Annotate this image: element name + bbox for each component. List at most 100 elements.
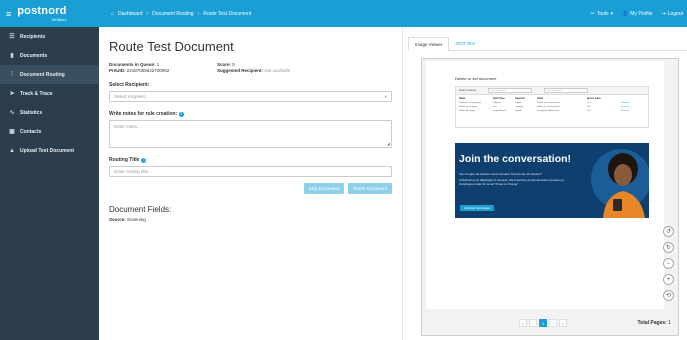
main-panel: Route Test Document Documents in Queue: … — [99, 27, 402, 340]
doc-cell: equals — [515, 102, 522, 104]
doc-cell: Yes — [587, 110, 591, 112]
source-label: Source: — [109, 217, 126, 222]
next-page-icon[interactable]: › — [549, 319, 557, 327]
viewer-tabs: Image Viewer OCR Text — [408, 37, 687, 51]
info-icon[interactable]: i — [141, 157, 147, 163]
action-buttons: Skip Document Route Document — [109, 183, 392, 194]
doc-cell: Delete this page — [459, 110, 475, 112]
doc-rules-bar: Rules in library Search by name Search b… — [456, 87, 648, 95]
routing-title-label-text: Routing Title — [109, 157, 140, 163]
sidebar-item-label: Document Routing — [20, 71, 65, 78]
tools-icon: ✂ — [590, 10, 595, 17]
sidebar-item-label: Recipients — [20, 33, 46, 40]
total-pages-label: Total Pages: — [637, 320, 667, 326]
skip-document-button[interactable]: Skip Document — [303, 183, 345, 194]
sidebar-item-label: Contacts — [20, 128, 42, 135]
breadcrumb-document-routing[interactable]: Document Routing — [152, 11, 193, 17]
recipient-select[interactable]: Select recipient... ▾ — [109, 91, 392, 102]
rotate-left-icon[interactable]: ↺ — [663, 226, 674, 237]
banner-text-1: Vem du glöm att Smarter Communication Su… — [459, 172, 542, 176]
banner-text-2: Individuell on nu tillgängligt on demand… — [459, 178, 564, 186]
preid-label: PreUID: — [109, 68, 126, 73]
doc-cell: Yes — [587, 102, 591, 104]
zoom-controls: ↺ ↻ − + ⟲ — [663, 226, 674, 301]
home-icon[interactable]: ⌂ — [111, 11, 114, 17]
doc-cell: Subject — [493, 102, 501, 104]
page-number-current[interactable]: 1 — [539, 319, 547, 327]
sidebar-item-statistics[interactable]: ∿ Statistics — [0, 103, 99, 122]
logout-button[interactable]: ⇥ Logout — [662, 11, 684, 17]
recipient-select-placeholder: Select recipient... — [114, 94, 149, 99]
profile-label: My Profile — [630, 10, 653, 17]
select-recipient-label-text: Select Recipient: — [109, 82, 150, 88]
tab-ocr-text[interactable]: OCR Text — [449, 37, 480, 50]
doc-cell: Delete or set (to page) — [459, 102, 481, 104]
zoom-in-icon[interactable]: + — [663, 274, 674, 285]
brand: ≡ postnord Strålfors — [0, 0, 99, 27]
zoom-out-icon[interactable]: − — [663, 258, 674, 269]
breadcrumb-separator-icon: › — [197, 10, 200, 17]
pagination: « ‹ 1 › » — [519, 319, 567, 327]
first-page-icon[interactable]: « — [519, 319, 527, 327]
send-icon: ➤ — [9, 91, 15, 97]
notes-textarea[interactable]: Enter notes... ◢ — [109, 120, 392, 148]
last-page-icon[interactable]: » — [559, 319, 567, 327]
logo-name: postnord — [17, 4, 67, 17]
upload-icon: ▲ — [9, 147, 15, 154]
prev-page-icon[interactable]: ‹ — [529, 319, 537, 327]
sidebar-item-documents[interactable]: ▮ Documents — [0, 46, 99, 65]
score-label: Score: — [217, 62, 232, 67]
file-icon: ▮ — [10, 53, 14, 59]
doc-cell: sender Email — [493, 110, 506, 112]
contact-icon: ▣ — [9, 129, 15, 135]
tab-image-viewer[interactable]: Image Viewer — [408, 37, 450, 51]
reset-zoom-icon[interactable]: ⟲ — [663, 290, 674, 301]
doc-cell: Delete or set document — [537, 106, 560, 108]
source-info: Source: Scanning — [109, 217, 392, 222]
logo[interactable]: postnord Strålfors — [17, 4, 67, 22]
doc-cell: equals — [515, 110, 522, 112]
preid-info: PreUID: 22187005622700002 — [109, 68, 217, 73]
notes-label: Write notes for rule creation: i — [109, 111, 392, 117]
sidebar-item-document-routing[interactable]: ⫶ Document Routing — [0, 65, 99, 84]
breadcrumb-dashboard[interactable]: Dashboard — [118, 11, 142, 17]
rotate-right-icon[interactable]: ↻ — [663, 242, 674, 253]
sidebar-item-track-trace[interactable]: ➤ Track & Trace — [0, 84, 99, 103]
document-fields-title: Document Fields: — [109, 205, 172, 214]
doc-search-1: Search by name — [488, 88, 533, 93]
hamburger-menu-icon[interactable]: ≡ — [6, 9, 11, 19]
doc-col-header: Ignore Case — [587, 97, 601, 100]
doc-cell: Remove — [621, 110, 630, 112]
info-icon[interactable]: i — [179, 111, 185, 117]
sidebar-item-recipients[interactable]: ☰ Recipients — [0, 27, 99, 46]
suggested-info: Suggested Recipient: Not available — [217, 68, 392, 73]
sidebar-item-contacts[interactable]: ▣ Contacts — [0, 122, 99, 141]
suggested-value: Not available — [264, 68, 291, 73]
doc-rules-bar-label: Rules in library — [459, 89, 477, 92]
doc-cell: text — [493, 106, 497, 108]
sidebar: ☰ Recipients ▮ Documents ⫶ Document Rout… — [0, 27, 99, 340]
doc-col-header: Operator — [515, 97, 526, 100]
chevron-down-icon: ▾ — [384, 93, 387, 99]
image-frame[interactable]: Delete or set document Rules in library … — [421, 58, 679, 336]
queue-info: Documents in Queue: 1 — [109, 62, 217, 67]
routing-title-input[interactable]: Enter routing title... — [109, 166, 392, 177]
document-page-image: Delete or set document Rules in library … — [426, 61, 664, 309]
logout-label: Logout — [667, 10, 683, 17]
source-value: Scanning — [127, 217, 146, 222]
doc-cell: Yes — [587, 106, 591, 108]
breadcrumb-separator-icon: › — [146, 10, 149, 17]
route-document-button[interactable]: Route Document — [348, 183, 392, 194]
doc-col-header: Name — [459, 97, 466, 100]
resize-handle-icon[interactable]: ◢ — [387, 141, 390, 146]
routing-title-placeholder: Enter routing title... — [114, 169, 152, 174]
doc-cell: Delete or set document — [537, 102, 560, 104]
doc-cell: noreply@stralfors.com — [537, 110, 559, 112]
tools-menu[interactable]: ✂ Tools ▾ — [591, 11, 613, 17]
profile-menu[interactable]: 👤 My Profile — [622, 11, 652, 17]
sidebar-item-upload-test-document[interactable]: ▲ Upload Test Document — [0, 141, 99, 160]
doc-page-title: Delete or set document — [455, 76, 497, 81]
score-value: 0 — [232, 62, 235, 67]
doc-col-header: Field Type — [493, 97, 505, 100]
doc-banner: Join the conversation! Vem du glöm att S… — [455, 143, 649, 218]
